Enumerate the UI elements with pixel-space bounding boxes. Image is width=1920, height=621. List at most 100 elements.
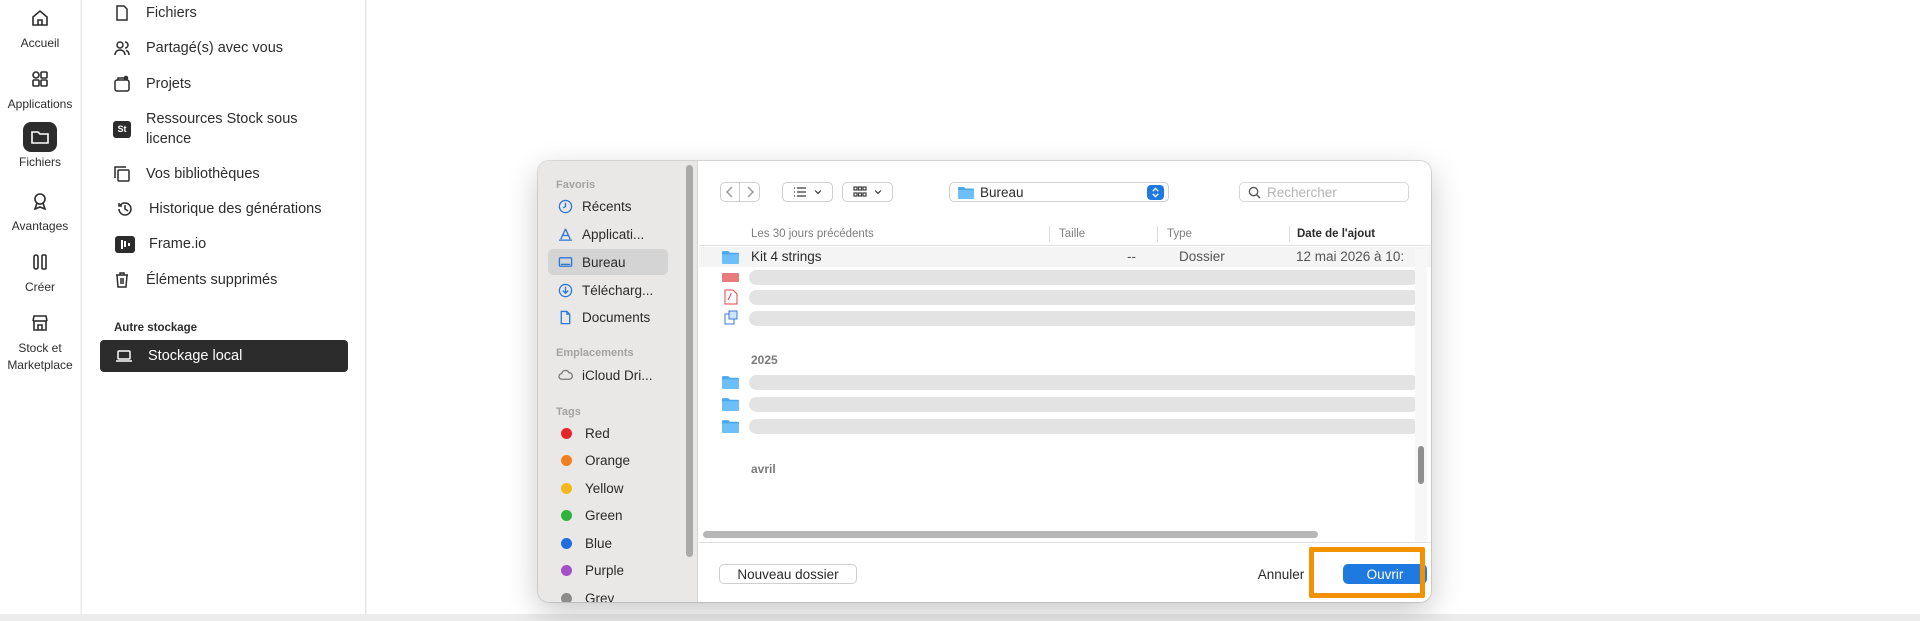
sidebar-tag-purple[interactable]: Purple — [548, 557, 668, 583]
nav-item-shared[interactable]: Partagé(s) avec vous — [112, 38, 283, 58]
sidebar-item-label: Purple — [585, 562, 625, 578]
rail-item-home[interactable]: Accueil — [0, 3, 80, 52]
sidebar-item-label: Télécharg... — [582, 282, 654, 298]
redacted-bar — [749, 375, 1419, 390]
file-name: Kit 4 strings — [751, 249, 822, 264]
tag-dot — [561, 482, 572, 494]
store-icon — [23, 308, 57, 338]
tag-dot — [561, 537, 572, 549]
chevron-right-icon — [746, 186, 754, 198]
forward-button[interactable] — [740, 182, 760, 202]
create-icon — [23, 247, 57, 277]
sidebar-item-icloud[interactable]: iCloud Dri... — [548, 362, 668, 388]
file-date: 12 mai 2026 à 10: — [1296, 249, 1405, 264]
rail-label: Fichiers — [18, 155, 61, 169]
vertical-scrollbar[interactable] — [1418, 446, 1424, 484]
sidebar-tag-blue[interactable]: Blue — [548, 530, 668, 556]
nav-item-local-storage[interactable]: Stockage local — [100, 340, 348, 372]
nav-item-label: Frame.io — [149, 236, 207, 252]
sidebar-item-label: iCloud Dri... — [582, 367, 653, 383]
folder-icon — [722, 376, 739, 389]
nav-item-stock-licensed[interactable]: St Ressources Stock sous licence — [112, 109, 306, 149]
sidebar-scrollbar[interactable] — [686, 165, 693, 557]
rail-label: Créer — [24, 280, 55, 294]
apps-icon — [23, 64, 57, 94]
files-nav-panel: Fichiers Partagé(s) avec vous Projets St… — [81, 0, 366, 614]
file-row-redacted[interactable] — [699, 287, 1431, 307]
sidebar-item-desktop[interactable]: Bureau — [548, 249, 668, 275]
column-header-type[interactable]: Type — [1167, 228, 1192, 240]
chevron-left-icon — [725, 186, 733, 198]
chevron-down-icon — [814, 190, 821, 195]
sidebar-item-label: Red — [585, 425, 610, 441]
horizontal-scrollbar[interactable] — [703, 531, 1318, 538]
nav-item-deleted[interactable]: Éléments supprimés — [112, 270, 277, 290]
folder-icon — [23, 122, 57, 152]
file-row-redacted[interactable] — [699, 372, 1431, 392]
column-divider — [1289, 226, 1290, 242]
sidebar-tag-yellow[interactable]: Yellow — [548, 475, 668, 501]
sidebar-item-label: Applicati... — [582, 226, 645, 242]
folder-icon — [722, 398, 739, 411]
file-row-redacted[interactable] — [699, 308, 1431, 328]
search-field[interactable] — [1239, 182, 1409, 202]
sidebar-item-documents[interactable]: Documents — [548, 304, 668, 330]
cloud-icon — [557, 367, 573, 383]
sidebar-tag-green[interactable]: Green — [548, 502, 668, 528]
tag-dot — [561, 454, 572, 466]
file-size: -- — [1127, 249, 1136, 264]
file-row[interactable]: Kit 4 strings -- Dossier 12 mai 2026 à 1… — [699, 247, 1431, 267]
new-folder-button[interactable]: Nouveau dossier — [719, 564, 857, 584]
grid-view-button[interactable] — [842, 182, 893, 202]
rail-item-files[interactable]: Fichiers — [0, 122, 80, 171]
nav-item-libraries[interactable]: Vos bibliothèques — [112, 164, 260, 184]
file-row-redacted[interactable] — [699, 267, 1431, 287]
file-icon — [112, 3, 132, 23]
tag-dot — [561, 592, 572, 602]
search-icon — [1248, 186, 1261, 199]
list-view-button[interactable] — [782, 182, 833, 202]
rail-item-applications[interactable]: Applications — [0, 64, 80, 113]
tag-dot — [561, 509, 572, 521]
file-row-redacted[interactable] — [699, 394, 1431, 414]
nav-item-label: Partagé(s) avec vous — [146, 40, 284, 56]
nav-item-frameio[interactable]: Frame.io — [115, 234, 206, 254]
pdf-file-icon — [724, 289, 738, 305]
sidebar-tag-grey[interactable]: Grey — [548, 585, 668, 602]
sidebar-heading-tags: Tags — [556, 406, 581, 418]
nav-section-title: Autre stockage — [114, 322, 198, 334]
column-header-size[interactable]: Taille — [1059, 228, 1085, 240]
rail-item-benefits[interactable]: Avantages — [0, 186, 80, 235]
rail-item-create[interactable]: Créer — [0, 247, 80, 296]
sidebar-tag-orange[interactable]: Orange — [548, 447, 668, 473]
back-button[interactable] — [720, 182, 740, 202]
group-header: avril — [751, 462, 776, 476]
cancel-button[interactable]: Annuler — [1241, 564, 1321, 584]
open-button[interactable]: Ouvrir — [1343, 564, 1427, 584]
nav-item-generation-history[interactable]: Historique des générations — [115, 199, 322, 219]
nav-item-projects[interactable]: Projets — [112, 74, 191, 94]
nav-item-label: Vos bibliothèques — [146, 166, 260, 182]
location-popup[interactable]: Bureau — [949, 182, 1169, 202]
redacted-bar — [749, 419, 1419, 434]
column-divider — [1157, 226, 1158, 242]
sidebar-item-label: Documents — [582, 309, 651, 325]
history-icon — [115, 199, 135, 219]
search-input[interactable] — [1267, 184, 1397, 200]
chevron-down-icon — [874, 190, 881, 195]
column-header-name[interactable]: Les 30 jours précédents — [751, 228, 874, 240]
nav-item-label: Ressources Stock sous licence — [146, 111, 298, 147]
folder-icon — [722, 251, 739, 264]
sidebar-item-recents[interactable]: Récents — [548, 193, 668, 219]
rail-item-stock-marketplace[interactable]: Stock et Marketplace — [0, 308, 80, 374]
column-header-date-added[interactable]: Date de l'ajout — [1297, 228, 1375, 240]
sidebar-item-downloads[interactable]: Télécharg... — [548, 277, 668, 303]
sidebar-heading-favorites: Favoris — [556, 179, 596, 191]
updown-arrows-icon — [1147, 185, 1164, 200]
vertical-scroll-track — [1415, 249, 1427, 569]
sidebar-tag-red[interactable]: Red — [548, 420, 668, 446]
sidebar-item-applications[interactable]: Applicati... — [548, 221, 668, 247]
nav-item-files[interactable]: Fichiers — [112, 3, 197, 23]
document-icon — [557, 309, 573, 325]
file-row-redacted[interactable] — [699, 416, 1431, 436]
